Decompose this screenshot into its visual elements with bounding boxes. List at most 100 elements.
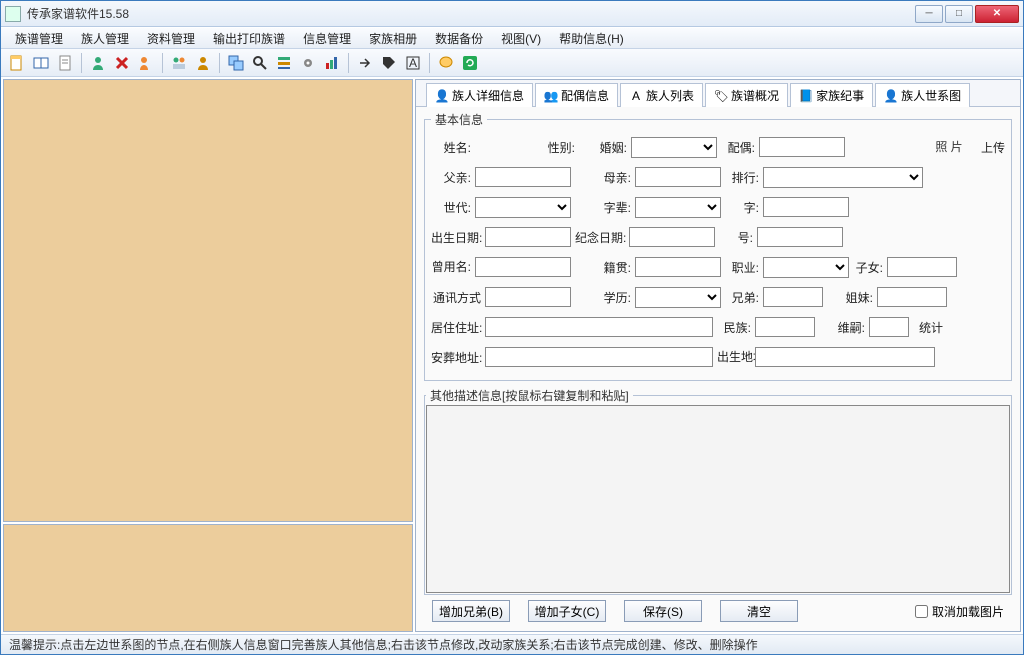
menu-help[interactable]: 帮助信息(H) (551, 28, 632, 49)
bury-input[interactable] (485, 347, 713, 367)
menu-genealogy[interactable]: 族谱管理 (7, 28, 71, 49)
tb-gear-icon[interactable] (298, 53, 318, 73)
zibei-select[interactable] (635, 197, 721, 218)
tb-chat-icon[interactable] (436, 53, 456, 73)
tab-detail[interactable]: 👤族人详细信息 (426, 83, 533, 107)
menu-info[interactable]: 信息管理 (295, 28, 359, 49)
clear-button[interactable]: 清空 (720, 600, 798, 622)
left-column (3, 79, 413, 632)
tab-spouse[interactable]: 👥配偶信息 (535, 83, 618, 107)
lbl-job: 职业: (725, 259, 759, 276)
former-input[interactable] (475, 257, 571, 277)
tab-body: 基本信息 姓名: 性别: 婚姻: 配偶: 照 片 上传 (416, 106, 1020, 631)
lbl-hao: 号: (719, 229, 753, 246)
spouse-input[interactable] (759, 137, 845, 157)
basic-info-group: 基本信息 姓名: 性别: 婚姻: 配偶: 照 片 上传 (424, 111, 1012, 381)
tb-font-icon[interactable]: A (403, 53, 423, 73)
addr-input[interactable] (485, 317, 713, 337)
lbl-former: 曾用名: (431, 261, 471, 273)
menu-print[interactable]: 输出打印族谱 (205, 28, 293, 49)
add-brother-button[interactable]: 增加兄弟(B) (432, 600, 510, 622)
lbl-rank: 排行: (725, 169, 759, 186)
marriage-select[interactable] (631, 137, 717, 158)
tab-events[interactable]: 📘家族纪事 (790, 83, 873, 107)
right-column: 👤族人详细信息 👥配偶信息 A族人列表 🏷族谱概况 📘家族纪事 👤族人世系图 基… (415, 79, 1021, 632)
brother-input[interactable] (763, 287, 823, 307)
menu-member[interactable]: 族人管理 (73, 28, 137, 49)
rank-select[interactable] (763, 167, 923, 188)
tb-export-icon[interactable] (355, 53, 375, 73)
tb-cascade-icon[interactable] (226, 53, 246, 73)
tb-couple-icon[interactable] (169, 53, 189, 73)
tb-file-icon[interactable] (7, 53, 27, 73)
tree-panel[interactable] (3, 79, 413, 522)
lbl-name: 姓名: (431, 139, 471, 156)
tb-person-icon[interactable] (88, 53, 108, 73)
tree-icon: 👤 (884, 89, 898, 103)
edu-select[interactable] (635, 287, 721, 308)
main-area: 👤族人详细信息 👥配偶信息 A族人列表 🏷族谱概况 📘家族纪事 👤族人世系图 基… (1, 77, 1023, 634)
status-bar: 温馨提示:点击左边世系图的节点,在右侧族人信息窗口完善族人其他信息;右击该节点修… (1, 634, 1023, 654)
person-icon: 👤 (435, 89, 449, 103)
children-input[interactable] (887, 257, 957, 277)
tab-overview[interactable]: 🏷族谱概况 (705, 83, 788, 107)
tb-edit-person-icon[interactable] (136, 53, 156, 73)
contact-input[interactable] (485, 287, 571, 307)
lbl-zi: 字: (725, 199, 759, 216)
tab-list[interactable]: A族人列表 (620, 83, 703, 107)
menu-backup[interactable]: 数据备份 (427, 28, 491, 49)
tb-list-icon[interactable] (274, 53, 294, 73)
memorial-input[interactable] (629, 227, 715, 247)
cancel-load-check[interactable] (915, 605, 928, 618)
add-child-button[interactable]: 增加子女(C) (528, 600, 606, 622)
tb-search-icon[interactable] (250, 53, 270, 73)
tb-chart-icon[interactable] (322, 53, 342, 73)
tb-refresh-icon[interactable] (460, 53, 480, 73)
lbl-birth: 出生日期: (431, 229, 481, 246)
menu-album[interactable]: 家族相册 (361, 28, 425, 49)
lbl-birthplace: 出生地址: (717, 351, 751, 363)
mother-input[interactable] (635, 167, 721, 187)
tb-tag-icon[interactable] (379, 53, 399, 73)
basic-legend: 基本信息 (431, 111, 487, 128)
svg-text:A: A (409, 56, 417, 70)
job-select[interactable] (763, 257, 849, 278)
lbl-sister: 姐妹: (843, 289, 873, 306)
list-icon: A (629, 89, 643, 103)
lbl-children: 子女: (853, 259, 883, 276)
lbl-photo: 照 片 (921, 138, 977, 156)
cancel-load-checkbox[interactable]: 取消加载图片 (915, 603, 1004, 620)
menu-data[interactable]: 资料管理 (139, 28, 203, 49)
tab-strip: 👤族人详细信息 👥配偶信息 A族人列表 🏷族谱概况 📘家族纪事 👤族人世系图 (416, 80, 1020, 106)
close-button[interactable]: ✕ (975, 5, 1019, 23)
tag-icon: 🏷 (714, 89, 728, 103)
minimize-button[interactable]: ─ (915, 5, 943, 23)
tab-chart[interactable]: 👤族人世系图 (875, 83, 970, 107)
desc-legend: 其他描述信息[按鼠标右键复制和粘贴] (426, 387, 633, 404)
menu-view[interactable]: 视图(V) (493, 28, 549, 49)
hao-input[interactable] (757, 227, 843, 247)
tb-delete-icon[interactable] (112, 53, 132, 73)
gen-select[interactable] (475, 197, 571, 218)
birthplace-input[interactable] (755, 347, 935, 367)
upload-link[interactable]: 上传 (981, 139, 1005, 156)
maximize-button[interactable]: □ (945, 5, 973, 23)
tb-person2-icon[interactable] (193, 53, 213, 73)
lbl-edu: 学历: (597, 289, 631, 306)
save-button[interactable]: 保存(S) (624, 600, 702, 622)
tb-book-icon[interactable] (31, 53, 51, 73)
desc-textarea[interactable] (426, 405, 1010, 593)
tb-doc-icon[interactable] (55, 53, 75, 73)
lbl-spouse: 配偶: (721, 139, 755, 156)
sister-input[interactable] (877, 287, 947, 307)
preview-panel[interactable] (3, 524, 413, 632)
nation-input[interactable] (755, 317, 815, 337)
native-input[interactable] (635, 257, 721, 277)
zi-input[interactable] (763, 197, 849, 217)
lbl-nation: 民族: (717, 319, 751, 336)
birth-input[interactable] (485, 227, 571, 247)
father-input[interactable] (475, 167, 571, 187)
lbl-brother: 兄弟: (725, 289, 759, 306)
lbl-addr: 居住住址: (431, 319, 481, 336)
heir-input[interactable] (869, 317, 909, 337)
